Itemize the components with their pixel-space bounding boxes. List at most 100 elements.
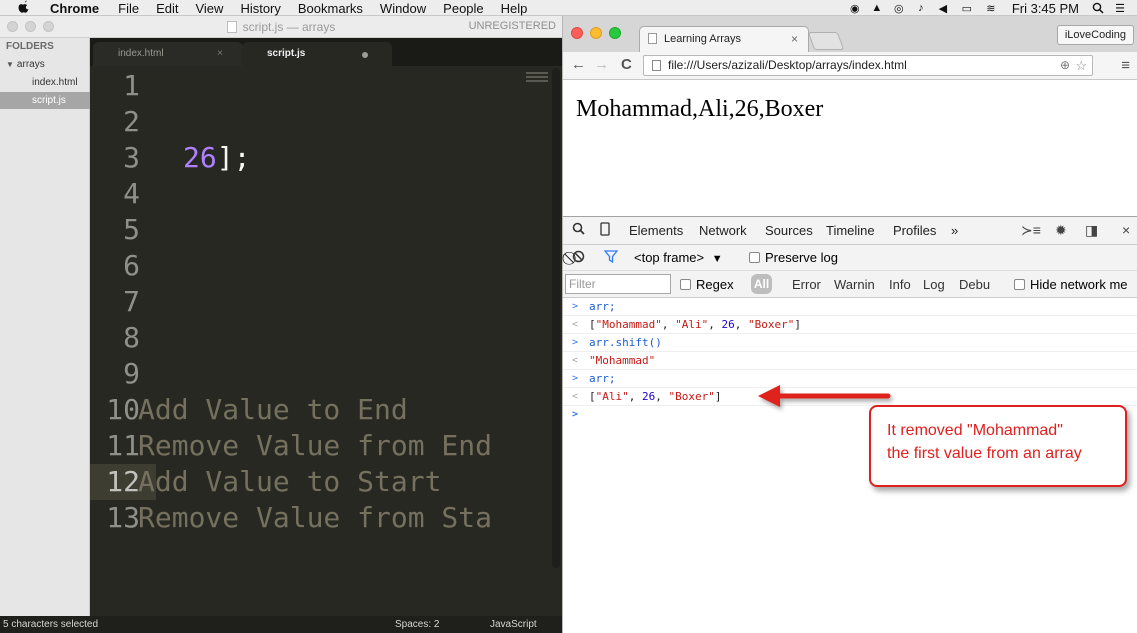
devtools-tab-sources[interactable]: Sources <box>765 223 813 238</box>
code-line: 8 <box>90 320 562 356</box>
minimap[interactable] <box>526 72 548 86</box>
preserve-log-checkbox[interactable]: Preserve log <box>749 250 838 265</box>
device-mode-icon[interactable] <box>600 222 610 239</box>
result-arrow-icon: < <box>572 391 579 402</box>
line-code: Remove Value from Sta <box>138 501 493 534</box>
sidebar-file-index-html[interactable]: index.html <box>32 77 78 88</box>
notification-bell-icon[interactable]: ♪ <box>914 2 928 14</box>
address-bar[interactable]: file:///Users/azizali/Desktop/arrays/ind… <box>643 55 1093 76</box>
console-output-line: < ["Ali", 26, "Boxer"] <box>563 388 1137 406</box>
level-all-button[interactable]: All <box>751 274 772 294</box>
checkbox-icon[interactable] <box>680 279 691 290</box>
sidebar-folder-arrays[interactable]: ▼ arrays <box>6 59 45 70</box>
devtools-tab-timeline[interactable]: Timeline <box>826 223 875 238</box>
close-window-button[interactable] <box>571 27 583 39</box>
menu-edit[interactable]: Edit <box>156 1 178 16</box>
bookmark-star-icon[interactable]: ☆ <box>1075 56 1087 75</box>
browser-tab-learning-arrays[interactable]: Learning Arrays × <box>639 26 809 52</box>
menu-view[interactable]: View <box>195 1 223 16</box>
level-errors-button[interactable]: Error <box>792 277 821 292</box>
code-line: 5 <box>90 212 562 248</box>
forward-icon[interactable]: → <box>594 56 609 73</box>
code-line: 9 <box>90 356 562 392</box>
battery-icon[interactable]: ▭ <box>958 2 976 15</box>
menu-bookmarks[interactable]: Bookmarks <box>298 1 363 16</box>
hide-network-checkbox[interactable]: Hide network me <box>1014 277 1128 292</box>
chrome-menu-icon[interactable]: ≡ <box>1121 57 1130 74</box>
dock-side-icon[interactable]: ◨ <box>1085 222 1098 239</box>
folder-label: arrays <box>16 59 45 70</box>
disclosure-triangle-icon[interactable]: ▼ <box>6 60 14 69</box>
menu-window[interactable]: Window <box>380 1 426 16</box>
regex-checkbox[interactable]: Regex <box>680 277 734 292</box>
menu-bar: Chrome File Edit View History Bookmarks … <box>0 0 1137 16</box>
tab-index-html[interactable]: index.html × <box>93 42 243 66</box>
syntax-setting[interactable]: JavaScript <box>490 616 537 633</box>
tab-close-icon[interactable]: × <box>791 27 798 51</box>
code-editor[interactable]: 1 2 3 26]; 4 5 6 7 8 9 10 Add Value to End… <box>90 66 562 616</box>
page-info-icon[interactable] <box>652 60 661 71</box>
code-punctuation: ]; <box>216 141 251 174</box>
volume-icon[interactable]: ◀ <box>936 2 950 15</box>
menu-help[interactable]: Help <box>501 1 528 16</box>
indentation-setting[interactable]: Spaces: 2 <box>395 616 439 633</box>
minimize-window-button[interactable] <box>590 27 602 39</box>
checkbox-icon[interactable] <box>1014 279 1025 290</box>
sidebar-header: FOLDERS <box>6 41 54 52</box>
string-value: "Boxer" <box>747 318 795 331</box>
back-icon[interactable]: ← <box>571 56 586 73</box>
number-value: 26 <box>642 390 656 403</box>
code-line: 3 26]; <box>90 140 562 176</box>
level-warnings-button[interactable]: Warnin <box>834 277 875 292</box>
devtools-tab-network[interactable]: Network <box>699 223 747 238</box>
sidebar-file-script-js[interactable]: script.js <box>0 92 90 109</box>
menu-people[interactable]: People <box>443 1 483 16</box>
zoom-window-button[interactable] <box>609 27 621 39</box>
tab-label: index.html <box>118 48 164 59</box>
line-code: 26]; <box>183 140 250 176</box>
menu-file[interactable]: File <box>118 1 139 16</box>
punctuation: , <box>734 318 748 331</box>
regex-label: Regex <box>696 277 734 292</box>
creative-cloud-icon[interactable]: ◎ <box>892 2 906 15</box>
settings-gear-icon[interactable]: ✹ <box>1055 222 1067 239</box>
frame-selector[interactable]: <top frame> ▼ <box>634 250 723 265</box>
sublime-titlebar: script.js — arrays UNREGISTERED <box>0 16 562 38</box>
level-info-button[interactable]: Info <box>889 277 911 292</box>
level-logs-button[interactable]: Log <box>923 277 945 292</box>
tab-close-icon[interactable]: × <box>217 42 223 66</box>
frame-selector-label: <top frame> <box>634 250 705 265</box>
inspect-element-icon[interactable] <box>572 222 585 238</box>
wifi-icon[interactable]: ≋ <box>984 2 998 15</box>
profile-button[interactable]: iLoveCoding <box>1056 25 1134 45</box>
unsaved-dot-icon[interactable] <box>362 52 368 58</box>
zoom-icon[interactable]: ⊕ <box>1060 56 1070 75</box>
punctuation: , <box>661 318 676 331</box>
menu-clock[interactable]: Fri 3:45 PM <box>1012 1 1079 16</box>
notification-center-icon[interactable]: ☰ <box>1113 2 1127 15</box>
code-line: 7 <box>90 284 562 320</box>
document-icon <box>226 21 237 33</box>
filter-funnel-icon[interactable] <box>603 250 619 266</box>
drive-icon[interactable]: ▲ <box>870 2 884 14</box>
reload-icon[interactable]: C <box>621 56 632 73</box>
devtools-tab-profiles[interactable]: Profiles <box>893 223 936 238</box>
console-drawer-icon[interactable]: ≻≡ <box>1021 222 1041 239</box>
code-line: Add Value to Start <box>90 464 562 500</box>
new-tab-button[interactable] <box>807 32 845 50</box>
tab-script-js[interactable]: script.js <box>242 42 392 66</box>
more-tabs-icon[interactable]: » <box>951 223 958 238</box>
console-filter-input[interactable]: Filter <box>565 274 671 294</box>
devtools-tab-elements[interactable]: Elements <box>629 223 683 238</box>
close-devtools-icon[interactable]: × <box>1122 222 1130 238</box>
vertical-scrollbar[interactable] <box>552 68 560 568</box>
level-debug-button[interactable]: Debu <box>959 277 990 292</box>
menu-app-name[interactable]: Chrome <box>50 1 99 16</box>
menu-history[interactable]: History <box>240 1 280 16</box>
apple-menu-icon[interactable] <box>18 0 30 16</box>
record-icon[interactable]: ◉ <box>848 2 862 15</box>
unregistered-label: UNREGISTERED <box>468 20 556 32</box>
code-line: 6 <box>90 248 562 284</box>
spotlight-search-icon[interactable] <box>1091 2 1105 14</box>
checkbox-icon[interactable] <box>749 252 760 263</box>
